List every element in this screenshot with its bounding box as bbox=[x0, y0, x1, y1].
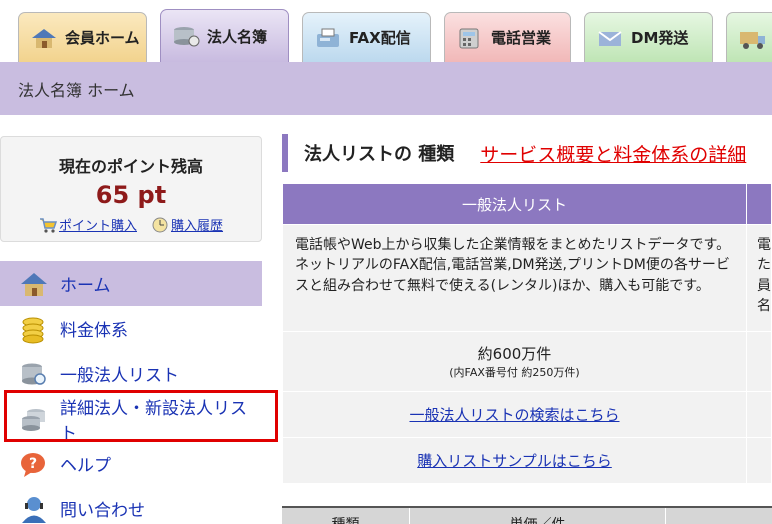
house-icon bbox=[29, 26, 59, 50]
tab-label: FAX配信 bbox=[349, 29, 411, 47]
cart-icon bbox=[39, 217, 58, 233]
points-links: ポイント購入 購入履歴 bbox=[1, 215, 261, 234]
tab-delivery[interactable] bbox=[726, 12, 772, 62]
list-count-fax: (内FAX番号付 約250万件) bbox=[449, 366, 580, 379]
purchase-history-link[interactable]: 購入履歴 bbox=[151, 215, 223, 234]
next-column-description: 電た員名 bbox=[746, 224, 772, 332]
tab-label: DM発送 bbox=[631, 29, 689, 47]
purchase-sample-link[interactable]: 購入リストサンプルはこちら bbox=[417, 452, 612, 470]
database-search-icon bbox=[18, 359, 50, 389]
buy-points-link[interactable]: ポイント購入 bbox=[39, 215, 137, 234]
list-count: 約600万件 bbox=[477, 345, 552, 363]
clock-icon bbox=[151, 217, 169, 233]
tab-fax[interactable]: FAX配信 bbox=[302, 12, 431, 62]
tab-label: 会員ホーム bbox=[65, 29, 140, 47]
tab-member-home[interactable]: 会員ホーム bbox=[18, 12, 147, 62]
table-header-general-list: 一般法人リスト bbox=[282, 183, 747, 225]
sidebar-item-label: ヘルプ bbox=[60, 456, 111, 476]
tab-label: 法人名簿 bbox=[207, 27, 268, 46]
breadcrumb-text: 法人名簿 ホーム bbox=[18, 80, 135, 100]
sidebar-item-label: 一般法人リスト bbox=[60, 366, 179, 386]
sidebar-item-label: 問い合わせ bbox=[60, 501, 145, 521]
house-icon bbox=[18, 269, 50, 299]
sidebar-item-help[interactable]: ? ヘルプ bbox=[0, 441, 262, 486]
database-icon bbox=[171, 24, 201, 48]
search-link-cell: 一般法人リストの検索はこちら bbox=[282, 391, 747, 438]
support-person-icon bbox=[18, 494, 50, 524]
list-types-table: 一般法人リスト 電話帳やWeb上から収集した企業情報をまとめたリストデータです。… bbox=[282, 183, 772, 484]
section-title: 法人リストの 種類 bbox=[304, 144, 455, 165]
next-column-sample bbox=[746, 437, 772, 484]
price-col-rest bbox=[666, 508, 772, 524]
sidebar-item-contact[interactable]: 問い合わせ bbox=[0, 486, 262, 524]
help-icon: ? bbox=[18, 449, 50, 479]
sidebar-item-home[interactable]: ホーム bbox=[0, 261, 262, 306]
sample-link-cell: 購入リストサンプルはこちら bbox=[282, 437, 747, 484]
general-list-search-link[interactable]: 一般法人リストの検索はこちら bbox=[409, 406, 619, 424]
list-count-cell: 約600万件 (内FAX番号付 約250万件) bbox=[282, 331, 747, 392]
phone-icon bbox=[455, 26, 485, 50]
purchase-history-label: 購入履歴 bbox=[171, 219, 224, 234]
breadcrumb: 法人名簿 ホーム bbox=[0, 62, 772, 115]
table-header-next bbox=[746, 183, 772, 225]
svg-text:?: ? bbox=[29, 456, 37, 472]
fax-icon bbox=[313, 26, 343, 50]
price-table-header: 種類 単価／件 bbox=[282, 506, 772, 524]
points-title: 現在のポイント残高 bbox=[58, 157, 203, 176]
tab-phone-sales[interactable]: 電話営業 bbox=[444, 12, 571, 62]
tab-corporate-directory[interactable]: 法人名簿 bbox=[160, 9, 289, 62]
section-header: 法人リストの 種類 サービス概要と料金体系の詳細 bbox=[282, 134, 746, 172]
truck-icon bbox=[737, 26, 767, 50]
tab-dm[interactable]: DM発送 bbox=[584, 12, 713, 62]
points-value: 65 pt bbox=[95, 181, 167, 209]
app-root: 会員ホーム 法人名簿 FAX配信 電話営業 DM発送 法人名簿 ホーム 現在のポ… bbox=[0, 0, 772, 524]
top-tab-bar: 会員ホーム 法人名簿 FAX配信 電話営業 DM発送 bbox=[0, 0, 772, 62]
sidebar-item-label: 料金体系 bbox=[60, 321, 128, 341]
next-column-link bbox=[746, 391, 772, 438]
price-col-type: 種類 bbox=[282, 508, 410, 524]
sidebar-item-pricing[interactable]: 料金体系 bbox=[0, 306, 262, 351]
envelope-icon bbox=[595, 26, 625, 50]
highlight-frame bbox=[4, 390, 278, 442]
tab-label: 電話営業 bbox=[491, 29, 552, 47]
buy-points-label: ポイント購入 bbox=[58, 219, 137, 234]
next-column-count bbox=[746, 331, 772, 392]
coins-icon bbox=[18, 314, 50, 344]
sidebar-item-label: ホーム bbox=[60, 276, 111, 296]
service-overview-link[interactable]: サービス概要と料金体系の詳細 bbox=[480, 140, 746, 167]
points-balance-panel: 現在のポイント残高 65 pt ポイント購入 購入履歴 bbox=[0, 136, 262, 242]
price-col-unit: 単価／件 bbox=[410, 508, 666, 524]
list-description: 電話帳やWeb上から収集した企業情報をまとめたリストデータです。ネットリアルのF… bbox=[282, 224, 747, 332]
